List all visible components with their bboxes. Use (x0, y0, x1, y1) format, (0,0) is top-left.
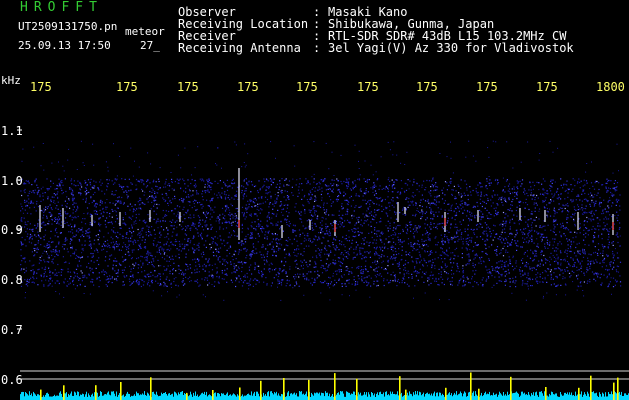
date-time: 25.09.13 17:50 (18, 39, 111, 52)
x-tick-label: 175 (476, 80, 498, 94)
x-tick-label: 175 (296, 80, 318, 94)
mode-label: meteor (125, 25, 165, 38)
y-tick-label: 0.9 (1, 223, 23, 237)
x-tick-label: 175 (177, 80, 199, 94)
y-tick-label: 1.1 (1, 124, 23, 138)
waterfall-display (17, 129, 629, 400)
noise-band (20, 140, 622, 301)
file-name: UT2509131750.pn (18, 20, 118, 33)
x-tick-label: 175 (237, 80, 259, 94)
y-tick-label: 1.0 (1, 174, 23, 188)
x-tick-label: 175 (416, 80, 438, 94)
y-tick-label: 0.6 (1, 373, 23, 387)
x-tick-label: 175 (30, 80, 52, 94)
info-colon: : (313, 41, 321, 55)
y-tick-label: 0.7 (1, 323, 23, 337)
x-tick-label: 1800 (596, 80, 625, 94)
y-unit-label: kHz (1, 74, 21, 87)
y-tick-label: 0.8 (1, 273, 23, 287)
frame-count: 27_ (140, 39, 160, 52)
info-key-antenna: Receiving Antenna (178, 41, 301, 55)
info-value-antenna: 3el Yagi(V) Az 330 for Vladivostok (328, 41, 574, 55)
x-tick-label: 175 (357, 80, 379, 94)
x-tick-label: 175 (536, 80, 558, 94)
x-tick-label: 175 (116, 80, 138, 94)
hrofft-logo: HROFFT (20, 0, 103, 15)
signal-trace (20, 372, 629, 400)
